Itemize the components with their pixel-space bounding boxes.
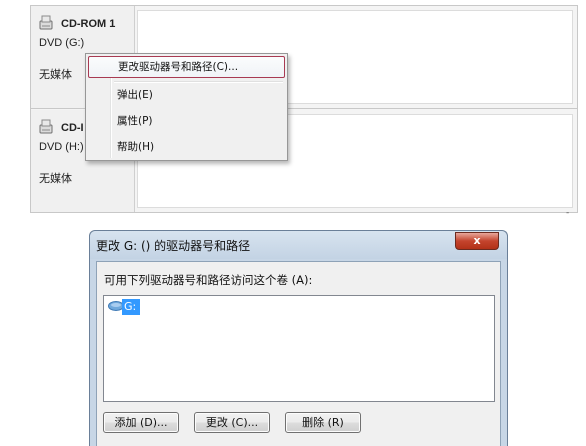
- dialog-prompt: 可用下列驱动器号和路径访问这个卷 (A):: [104, 273, 313, 287]
- change-button[interactable]: 更改 (C)...: [194, 412, 270, 433]
- menu-item-eject[interactable]: 弹出(E): [88, 84, 285, 106]
- change-drive-letter-dialog: 更改 G: () 的驱动器号和路径 x 可用下列驱动器号和路径访问这个卷 (A)…: [89, 230, 508, 446]
- menu-item-properties[interactable]: 属性(P): [88, 110, 285, 132]
- disk-name: CD-ROM 1: [61, 18, 116, 30]
- disk-media-status: 无媒体: [39, 172, 72, 185]
- drive-letter-label: G:: [122, 299, 141, 315]
- context-menu: 更改驱动器号和路径(C)... 弹出(E) 属性(P) 帮助(H): [85, 53, 288, 161]
- dialog-body: 可用下列驱动器号和路径访问这个卷 (A): G: 添加 (D)... 更改 (C…: [96, 261, 501, 446]
- disk-name: CD-I: [61, 122, 84, 134]
- close-button[interactable]: x: [455, 232, 499, 250]
- cd-drive-icon: [39, 119, 53, 134]
- disk-type: DVD (H:): [39, 141, 84, 153]
- disk-media-status: 无媒体: [39, 68, 72, 81]
- dialog-title: 更改 G: () 的驱动器号和路径: [96, 239, 251, 253]
- drive-path-list[interactable]: G:: [103, 295, 495, 402]
- menu-separator: [114, 81, 283, 83]
- menu-item-change-drive-letter[interactable]: 更改驱动器号和路径(C)...: [88, 56, 285, 78]
- disk-type: DVD (G:): [39, 37, 85, 49]
- corner-mark: -: [566, 208, 570, 218]
- cd-drive-icon: [39, 15, 53, 30]
- add-button[interactable]: 添加 (D)...: [103, 412, 179, 433]
- menu-item-help[interactable]: 帮助(H): [88, 136, 285, 158]
- dialog-titlebar[interactable]: 更改 G: () 的驱动器号和路径 x: [90, 231, 507, 259]
- delete-button[interactable]: 删除 (R): [285, 412, 361, 433]
